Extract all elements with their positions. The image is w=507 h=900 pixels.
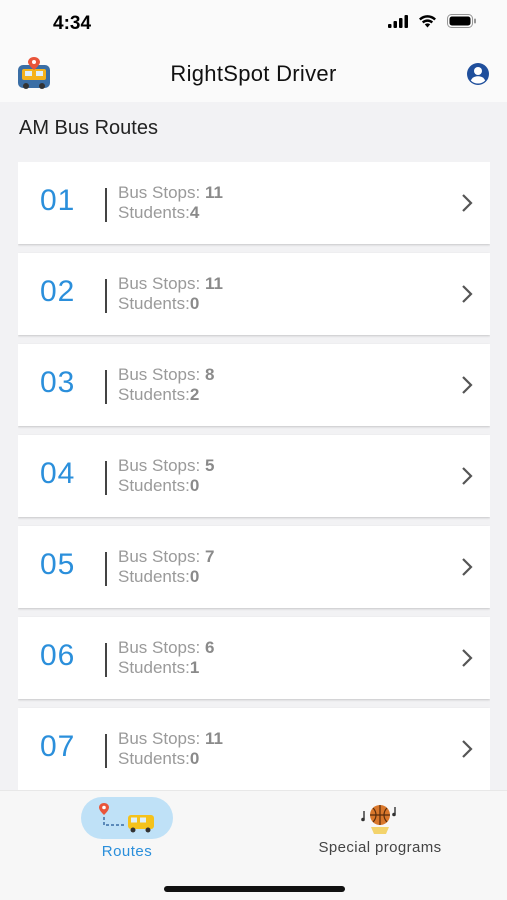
students-label: Students: [118,476,190,495]
chevron-right-icon [462,376,473,394]
students-label: Students: [118,658,190,677]
students-count: 2 [189,385,200,404]
bus-stops-count: 6 [204,638,215,657]
bus-stops-count: 8 [204,365,215,384]
route-divider [105,643,107,677]
bus-stops-count: 11 [204,274,223,293]
route-info: Bus Stops: 11 Students:0 [118,729,223,769]
tab-routes[interactable]: Routes [80,797,174,860]
chevron-right-icon [462,740,473,758]
wifi-icon [419,15,436,28]
chevron-right-icon [462,285,473,303]
cellular-signal-icon [388,14,408,28]
special-programs-icon [361,805,396,834]
app-header: RightSpot Driver [0,50,507,102]
battery-icon [447,14,476,28]
students-label: Students: [118,749,190,768]
bus-stops-label: Bus Stops: [118,183,201,202]
route-number: 05 [40,548,76,581]
students-label: Students: [118,385,190,404]
profile-icon[interactable] [466,62,490,86]
students-count: 0 [189,294,200,313]
bus-route-icon [99,803,154,833]
bus-stops-label: Bus Stops: [118,365,201,384]
route-card[interactable]: 04 Bus Stops: 5 Students:0 [18,435,490,517]
tab-routes-label: Routes [101,843,153,860]
status-time: 4:34 [53,13,92,34]
route-card[interactable]: 03 Bus Stops: 8 Students:2 [18,344,490,426]
students-count: 4 [189,203,200,222]
students-label: Students: [118,294,190,313]
chevron-right-icon [462,194,473,212]
bus-stops-count: 11 [204,183,223,202]
route-divider [105,552,107,586]
chevron-right-icon [462,467,473,485]
home-indicator [164,886,345,892]
route-divider [105,370,107,404]
bus-stops-label: Bus Stops: [118,456,201,475]
bottom-tab-bar: Routes Special programs [0,790,507,900]
route-divider [105,461,107,495]
tab-special-programs[interactable]: Special programs [300,801,460,856]
active-tab-indicator [81,797,173,839]
chevron-right-icon [462,649,473,667]
route-number: 04 [40,457,76,490]
route-card[interactable]: 07 Bus Stops: 11 Students:0 [18,708,490,790]
route-info: Bus Stops: 8 Students:2 [118,365,214,405]
route-number: 07 [40,730,76,763]
route-number: 06 [40,639,76,672]
route-number: 02 [40,275,76,308]
route-number: 01 [40,184,76,217]
bus-stops-label: Bus Stops: [118,729,201,748]
section-title: AM Bus Routes [19,117,158,139]
route-info: Bus Stops: 11 Students:0 [118,274,223,314]
app-title: RightSpot Driver [170,61,337,86]
bus-stops-label: Bus Stops: [118,638,201,657]
route-card[interactable]: 02 Bus Stops: 11 Students:0 [18,253,490,335]
students-count: 0 [189,476,200,495]
route-divider [105,734,107,768]
route-info: Bus Stops: 11 Students:4 [118,183,223,223]
bus-stops-count: 7 [204,547,215,566]
bus-stops-count: 5 [204,456,215,475]
bus-stops-label: Bus Stops: [118,274,201,293]
route-card[interactable]: 06 Bus Stops: 6 Students:1 [18,617,490,699]
route-info: Bus Stops: 7 Students:0 [118,547,214,587]
tab-special-programs-label: Special programs [318,839,442,856]
route-card[interactable]: 05 Bus Stops: 7 Students:0 [18,526,490,608]
status-icons [388,14,477,28]
route-info: Bus Stops: 6 Students:1 [118,638,214,678]
students-count: 1 [189,658,200,677]
students-count: 0 [189,749,200,768]
chevron-right-icon [462,558,473,576]
route-divider [105,188,107,222]
students-label: Students: [118,567,190,586]
students-label: Students: [118,203,190,222]
route-info: Bus Stops: 5 Students:0 [118,456,214,496]
students-count: 0 [189,567,200,586]
route-divider [105,279,107,313]
route-card[interactable]: 01 Bus Stops: 11 Students:4 [18,162,490,244]
bus-stops-label: Bus Stops: [118,547,201,566]
bus-stops-count: 11 [204,729,223,748]
status-bar: 4:34 [0,0,507,50]
routes-list: 01 Bus Stops: 11 Students:4 02 Bus Stops… [18,162,490,790]
route-number: 03 [40,366,76,399]
